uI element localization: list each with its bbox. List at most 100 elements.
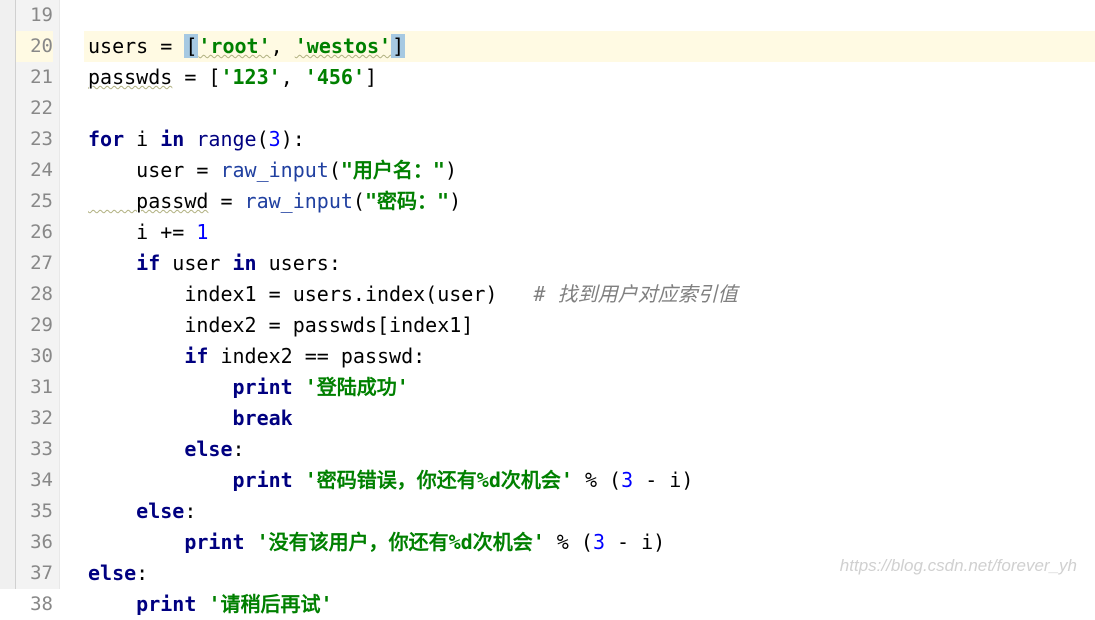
text: i += xyxy=(88,220,196,244)
keyword-break: break xyxy=(233,406,293,430)
code-line[interactable]: print '密码错误，你还有%d次机会' % (3 - i) xyxy=(84,465,1095,496)
string-literal: 'westos' xyxy=(295,34,391,58)
indent xyxy=(88,468,233,492)
bracket: ] xyxy=(365,65,377,89)
line-number: 37 xyxy=(16,558,53,589)
code-line[interactable]: else: xyxy=(84,496,1095,527)
identifier: passwds xyxy=(88,65,172,89)
text: user = xyxy=(88,158,220,182)
line-number: 34 xyxy=(16,465,53,496)
comma: , xyxy=(271,34,295,58)
code-editor[interactable]: 19 20 21 22 23 24 25 26 27 28 29 30 31 3… xyxy=(0,0,1095,589)
text: index2 == passwd: xyxy=(208,344,425,368)
paren: ) xyxy=(449,189,461,213)
code-line[interactable]: users = ['root', 'westos'] xyxy=(84,31,1095,62)
code-line[interactable]: index2 = passwds[index1] xyxy=(84,310,1095,341)
line-number: 36 xyxy=(16,527,53,558)
string-literal: '没有该用户，你还有%d次机会' xyxy=(257,530,545,554)
marker-strip xyxy=(0,0,16,589)
line-number: 38 xyxy=(16,589,53,620)
line-number: 24 xyxy=(16,155,53,186)
keyword-if: if xyxy=(88,344,208,368)
identifier: passwd xyxy=(88,189,208,213)
string-literal: '密码错误，你还有%d次机会' xyxy=(305,468,573,492)
string-literal: '请稍后再试' xyxy=(208,592,332,616)
line-number-gutter: 19 20 21 22 23 24 25 26 27 28 29 30 31 3… xyxy=(16,0,60,589)
keyword-for: for xyxy=(88,127,124,151)
operator: = xyxy=(148,34,184,58)
code-line[interactable]: user = raw_input("用户名：") xyxy=(84,155,1095,186)
text: users: xyxy=(257,251,341,275)
text: index2 = passwds[index1] xyxy=(88,313,473,337)
space xyxy=(196,592,208,616)
operator: = [ xyxy=(172,65,220,89)
string-literal: "密码：" xyxy=(365,189,449,213)
text: % ( xyxy=(545,530,593,554)
selection-bracket: [ xyxy=(184,34,198,58)
line-number: 23 xyxy=(16,124,53,155)
keyword-print: print xyxy=(233,468,293,492)
code-line[interactable]: index1 = users.index(user) # 找到用户对应索引值 xyxy=(84,279,1095,310)
keyword-in: in xyxy=(160,127,184,151)
number: 3 xyxy=(269,127,281,151)
number: 3 xyxy=(593,530,605,554)
code-line[interactable]: else: xyxy=(84,434,1095,465)
code-line[interactable]: break xyxy=(84,403,1095,434)
watermark-text: https://blog.csdn.net/forever_yh xyxy=(840,550,1077,581)
keyword-in: in xyxy=(233,251,257,275)
indent xyxy=(88,375,233,399)
code-line[interactable]: passwd = raw_input("密码：") xyxy=(84,186,1095,217)
text: % ( xyxy=(573,468,621,492)
colon: : xyxy=(184,499,196,523)
code-line[interactable]: print '登陆成功' xyxy=(84,372,1095,403)
line-number: 29 xyxy=(16,310,53,341)
line-number: 28 xyxy=(16,279,53,310)
code-line[interactable]: print '请稍后再试' xyxy=(84,589,1095,620)
code-line[interactable]: if user in users: xyxy=(84,248,1095,279)
number: 3 xyxy=(621,468,633,492)
function-call: raw_input xyxy=(245,189,353,213)
text: - i) xyxy=(633,468,693,492)
code-line[interactable]: if index2 == passwd: xyxy=(84,341,1095,372)
code-line[interactable]: i += 1 xyxy=(84,217,1095,248)
function-call: raw_input xyxy=(220,158,328,182)
operator: = xyxy=(208,189,244,213)
line-number: 31 xyxy=(16,372,53,403)
code-line[interactable]: for i in range(3): xyxy=(84,124,1095,155)
string-literal: '登陆成功' xyxy=(305,375,409,399)
line-number: 32 xyxy=(16,403,53,434)
keyword-print: print xyxy=(233,375,293,399)
code-line[interactable] xyxy=(84,93,1095,124)
selection-bracket: ] xyxy=(391,34,405,58)
text: user xyxy=(160,251,232,275)
paren: ) xyxy=(445,158,457,182)
paren: ( xyxy=(329,158,341,182)
code-line[interactable]: passwds = ['123', '456'] xyxy=(84,62,1095,93)
code-line[interactable] xyxy=(84,0,1095,31)
line-number: 33 xyxy=(16,434,53,465)
line-number: 35 xyxy=(16,496,53,527)
indent xyxy=(88,437,184,461)
string-literal: "用户名：" xyxy=(341,158,445,182)
string-literal: 'root' xyxy=(198,34,270,58)
text: i xyxy=(124,127,160,151)
text xyxy=(184,127,196,151)
line-number: 19 xyxy=(16,0,53,31)
colon: : xyxy=(136,561,148,585)
keyword-if: if xyxy=(88,251,160,275)
indent xyxy=(88,592,136,616)
line-number: 27 xyxy=(16,248,53,279)
indent xyxy=(88,406,233,430)
paren: ( xyxy=(353,189,365,213)
builtin-range: range xyxy=(196,127,256,151)
number: 1 xyxy=(196,220,208,244)
string-literal: '123' xyxy=(220,65,280,89)
identifier: users xyxy=(88,34,148,58)
space xyxy=(293,375,305,399)
line-number: 25 xyxy=(16,186,53,217)
comma: , xyxy=(281,65,305,89)
paren: ): xyxy=(281,127,305,151)
code-content[interactable]: users = ['root', 'westos'] passwds = ['1… xyxy=(84,0,1095,589)
keyword-print: print xyxy=(184,530,244,554)
string-literal: '456' xyxy=(305,65,365,89)
